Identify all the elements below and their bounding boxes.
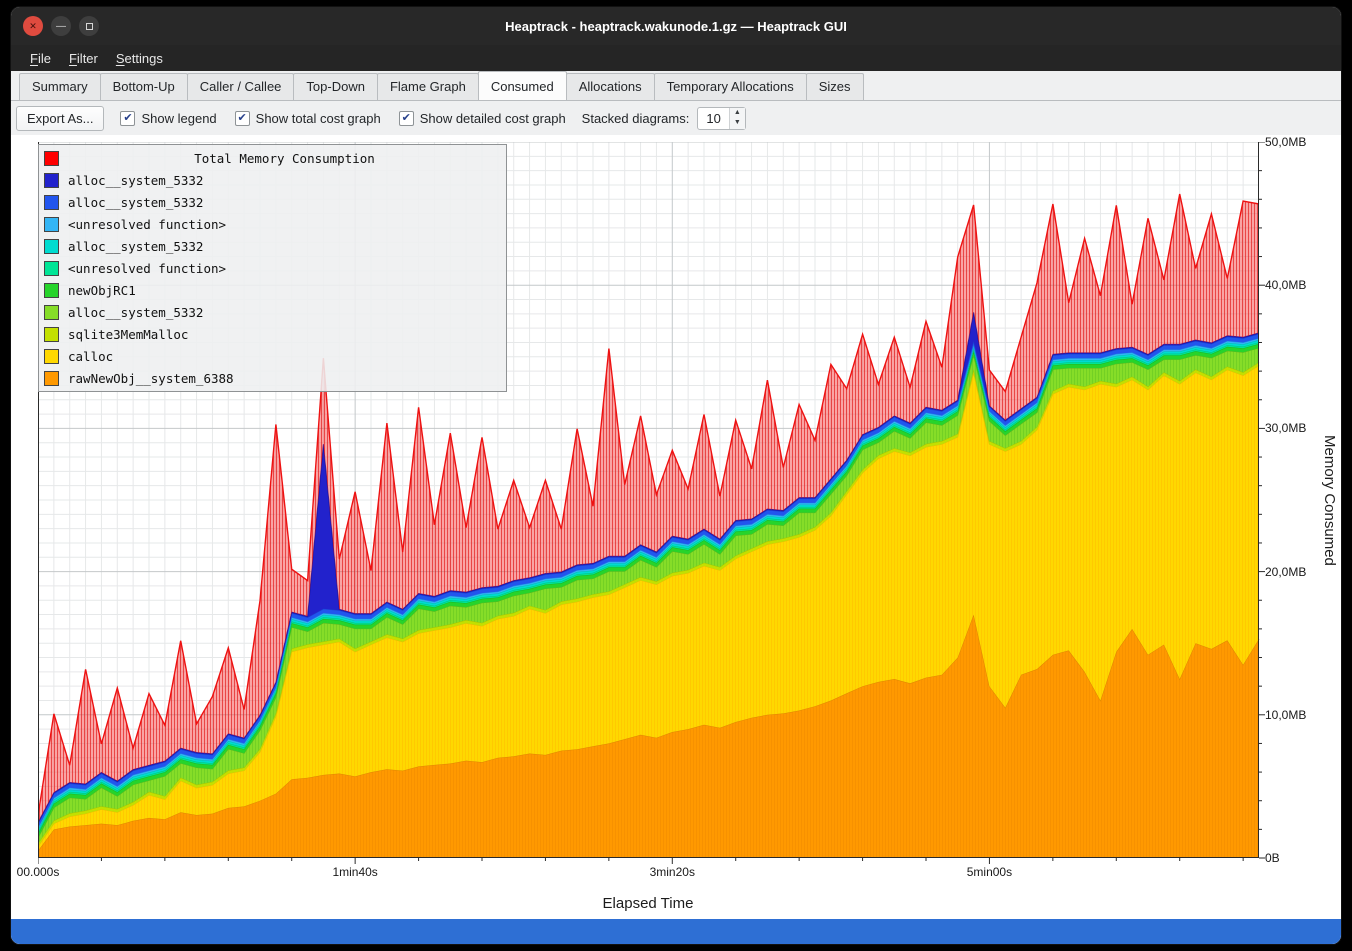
menu-filter[interactable]: Filter bbox=[60, 48, 107, 69]
x-tick-label: 5min00s bbox=[947, 865, 1031, 879]
stacked-diagrams-spinner[interactable]: 10 ▲ ▼ bbox=[697, 107, 745, 130]
legend-label: alloc__system_5332 bbox=[68, 173, 203, 188]
tab-temporary-allocations[interactable]: Temporary Allocations bbox=[654, 73, 807, 100]
menu-file[interactable]: File bbox=[21, 48, 60, 69]
tab-caller-callee[interactable]: Caller / Callee bbox=[187, 73, 295, 100]
legend-row: alloc__system_5332 bbox=[42, 235, 503, 257]
checkbox-box: ✔ bbox=[235, 111, 250, 126]
stacked-diagrams-control: Stacked diagrams: 10 ▲ ▼ bbox=[582, 107, 746, 130]
legend-row: sqlite3MemMalloc bbox=[42, 323, 503, 345]
checkbox-show-total-cost-graph[interactable]: ✔ Show total cost graph bbox=[235, 111, 381, 126]
legend-row: alloc__system_5332 bbox=[42, 191, 503, 213]
checkbox-label: Show total cost graph bbox=[256, 111, 381, 126]
spinner-arrows: ▲ ▼ bbox=[729, 108, 745, 129]
tab-bottom-up[interactable]: Bottom-Up bbox=[100, 73, 188, 100]
toolbar: Export As... ✔ Show legend ✔ Show total cos… bbox=[11, 101, 1341, 135]
alloc-system-5332-swatch bbox=[44, 173, 59, 188]
close-button[interactable]: ✕ bbox=[23, 16, 43, 36]
legend-label: <unresolved function> bbox=[68, 217, 226, 232]
legend-row: <unresolved function> bbox=[42, 213, 503, 235]
unresolved-function-swatch bbox=[44, 217, 59, 232]
legend-label: alloc__system_5332 bbox=[68, 305, 203, 320]
minimize-button[interactable]: — bbox=[51, 16, 71, 36]
close-icon: ✕ bbox=[29, 21, 37, 32]
tab-bar: SummaryBottom-UpCaller / CalleeTop-DownF… bbox=[11, 71, 1341, 101]
checkbox-label: Show legend bbox=[141, 111, 216, 126]
app-window: ✕ — Heaptrack - heaptrack.wakunode.1.gz … bbox=[10, 6, 1342, 945]
titlebar: ✕ — Heaptrack - heaptrack.wakunode.1.gz … bbox=[11, 7, 1341, 45]
legend-row: calloc bbox=[42, 345, 503, 367]
x-tick-label: 00.000s bbox=[10, 865, 80, 879]
chart-area: 0B10,0MB20,0MB30,0MB40,0MB50,0MB00.000s1… bbox=[11, 135, 1341, 944]
checkbox-show-detailed-cost-graph[interactable]: ✔ Show detailed cost graph bbox=[399, 111, 566, 126]
legend-row: alloc__system_5332 bbox=[42, 169, 503, 191]
legend-row: alloc__system_5332 bbox=[42, 301, 503, 323]
alloc-system-5332-swatch bbox=[44, 195, 59, 210]
maximize-icon bbox=[86, 23, 93, 30]
rawnewobj-system-6388-swatch bbox=[44, 371, 59, 386]
tab-top-down[interactable]: Top-Down bbox=[293, 73, 378, 100]
spinner-up-button[interactable]: ▲ bbox=[730, 108, 745, 119]
legend-label: alloc__system_5332 bbox=[68, 195, 203, 210]
legend-label: sqlite3MemMalloc bbox=[68, 327, 188, 342]
legend-label: rawNewObj__system_6388 bbox=[68, 371, 234, 386]
alloc-system-5332-swatch bbox=[44, 239, 59, 254]
menubar: FileFilterSettings bbox=[11, 45, 1341, 71]
progress-bar bbox=[11, 919, 1341, 944]
checkbox-label: Show detailed cost graph bbox=[420, 111, 566, 126]
unresolved-function-swatch bbox=[44, 261, 59, 276]
checkbox-box: ✔ bbox=[399, 111, 414, 126]
window-title: Heaptrack - heaptrack.wakunode.1.gz — He… bbox=[11, 19, 1341, 34]
window-controls: ✕ — bbox=[23, 16, 99, 36]
legend-label: calloc bbox=[68, 349, 113, 364]
stacked-diagrams-value: 10 bbox=[698, 108, 728, 129]
maximize-button[interactable] bbox=[79, 16, 99, 36]
export-as-button[interactable]: Export As... bbox=[16, 106, 104, 131]
chart-legend: Total Memory Consumption alloc__system_53… bbox=[38, 144, 507, 392]
spinner-down-button[interactable]: ▼ bbox=[730, 118, 745, 129]
x-tick-label: 1min40s bbox=[313, 865, 397, 879]
x-tick-label: 3min20s bbox=[630, 865, 714, 879]
minimize-icon: — bbox=[56, 21, 66, 32]
tab-allocations[interactable]: Allocations bbox=[566, 73, 655, 100]
total-memory-swatch bbox=[44, 151, 59, 166]
legend-row: newObjRC1 bbox=[42, 279, 503, 301]
legend-title-row: Total Memory Consumption bbox=[42, 147, 503, 169]
sqlite3memmalloc-swatch bbox=[44, 327, 59, 342]
legend-label: alloc__system_5332 bbox=[68, 239, 203, 254]
menu-settings[interactable]: Settings bbox=[107, 48, 172, 69]
legend-label: newObjRC1 bbox=[68, 283, 136, 298]
alloc-system-5332-swatch bbox=[44, 305, 59, 320]
legend-label: <unresolved function> bbox=[68, 261, 226, 276]
x-axis-title: Elapsed Time bbox=[348, 895, 948, 912]
y-axis-title: Memory Consumed bbox=[1318, 142, 1338, 858]
tab-flame-graph[interactable]: Flame Graph bbox=[377, 73, 479, 100]
legend-row: rawNewObj__system_6388 bbox=[42, 367, 503, 389]
tab-summary[interactable]: Summary bbox=[19, 73, 101, 100]
stacked-diagrams-label: Stacked diagrams: bbox=[582, 111, 690, 126]
legend-row: <unresolved function> bbox=[42, 257, 503, 279]
calloc-swatch bbox=[44, 349, 59, 364]
tab-sizes[interactable]: Sizes bbox=[806, 73, 864, 100]
newobjrc1-swatch bbox=[44, 283, 59, 298]
tab-consumed[interactable]: Consumed bbox=[478, 71, 567, 100]
checkbox-box: ✔ bbox=[120, 111, 135, 126]
checkbox-group: ✔ Show legend ✔ Show total cost graph ✔ Show … bbox=[120, 111, 565, 126]
checkbox-show-legend[interactable]: ✔ Show legend bbox=[120, 111, 216, 126]
legend-title: Total Memory Consumption bbox=[68, 151, 501, 166]
